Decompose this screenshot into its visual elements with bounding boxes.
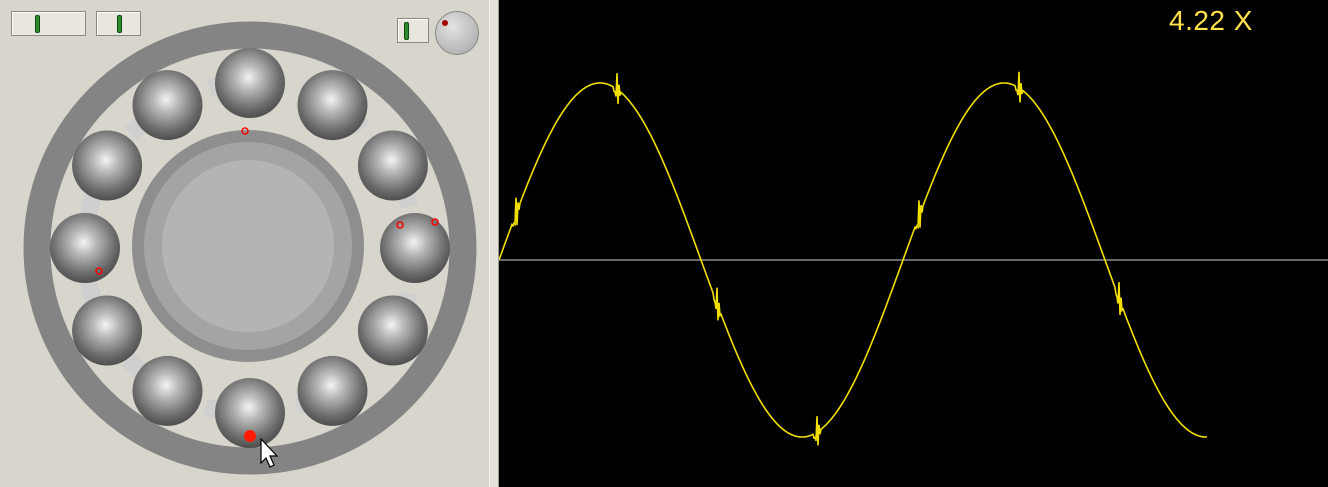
rolling-ball [297, 355, 368, 426]
waveform-panel: 4.22 X [499, 0, 1328, 487]
rolling-ball [297, 70, 368, 141]
panel-splitter[interactable] [489, 0, 499, 487]
waveform-plot [499, 71, 1328, 446]
rolling-ball [72, 130, 143, 201]
bearing-diagram [23, 21, 477, 475]
vibration-trace [499, 71, 1207, 446]
rolling-ball [357, 295, 428, 366]
rolling-ball [132, 355, 203, 426]
rolling-ball [132, 70, 203, 141]
rolling-ball [72, 295, 143, 366]
rolling-ball [380, 213, 450, 283]
bearing-panel [0, 0, 490, 487]
rolling-ball [50, 213, 120, 283]
inner-bore [162, 160, 334, 332]
rolling-ball [357, 130, 428, 201]
rolling-ball [215, 48, 285, 118]
defect-marker-active [244, 430, 256, 442]
